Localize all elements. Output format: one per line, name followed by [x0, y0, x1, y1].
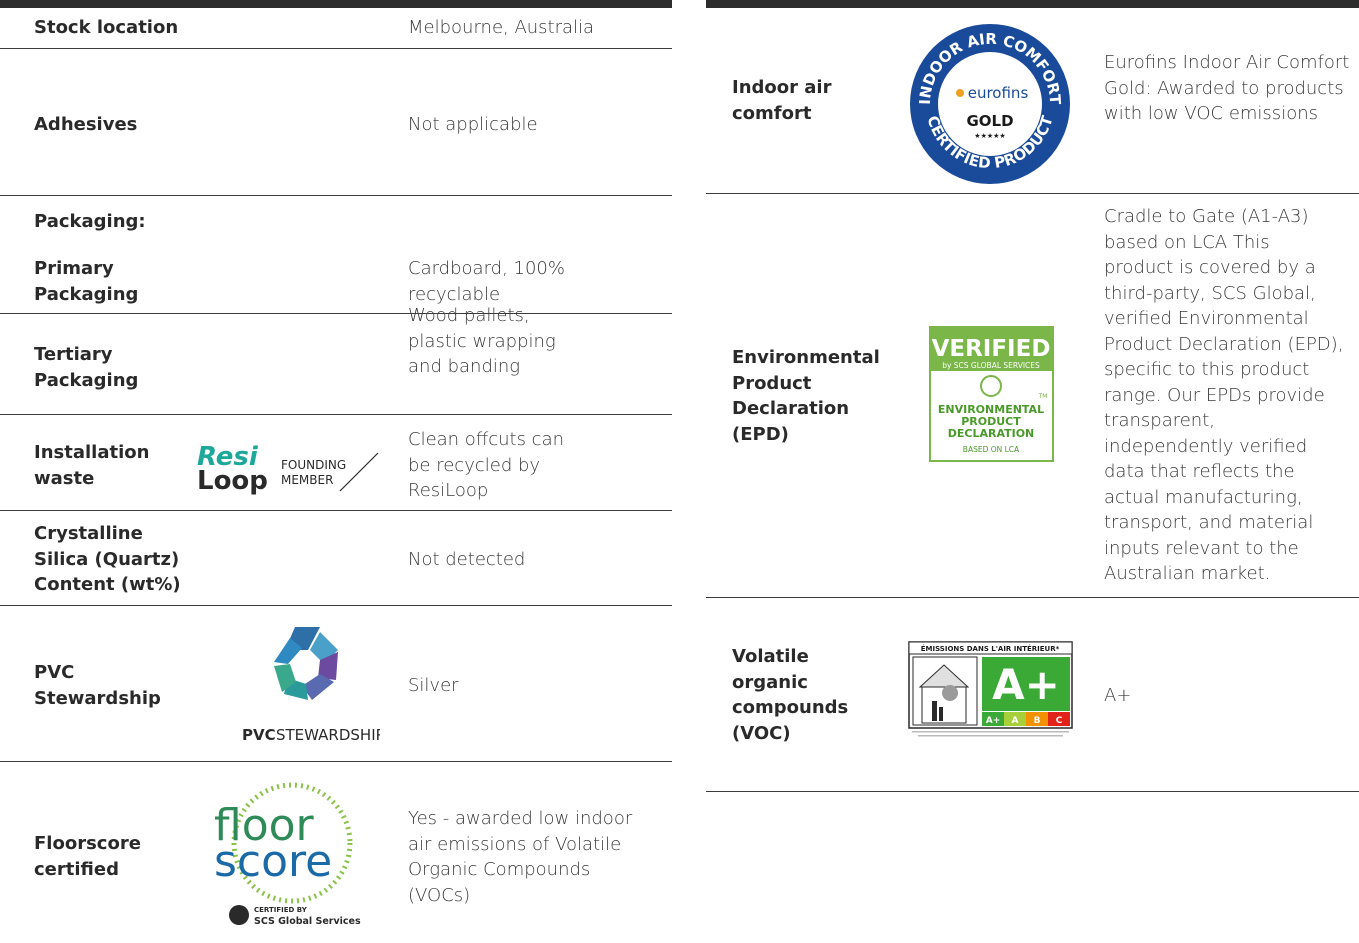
- primary-packaging-label: Primary Packaging: [34, 258, 139, 305]
- stock-location-value: Melbourne, Australia: [408, 17, 595, 38]
- voc-value: A+: [1104, 685, 1132, 706]
- installation-waste-value: Clean offcuts can be recycled by ResiLoo…: [408, 429, 565, 501]
- resiloop-logo-loop: Loop: [197, 466, 268, 495]
- row-divider: [0, 195, 672, 196]
- voc-scale-a: A: [1012, 716, 1019, 726]
- voc-scale-b: B: [1034, 716, 1041, 726]
- floorscore-logo-cert2: SCS Global Services: [254, 916, 361, 927]
- row-divider: [706, 597, 1359, 598]
- floorscore-label: Floorscore certified: [34, 833, 141, 880]
- adhesives-label: Adhesives: [34, 114, 138, 135]
- epd-badge-l3: DECLARATION: [948, 427, 1035, 440]
- pvc-logo-bold: PVC: [242, 726, 276, 744]
- eurofins-stars: ★★★★★: [974, 132, 1005, 140]
- eurofins-brand: eurofins: [968, 84, 1029, 102]
- epd-badge-title: VERIFIED: [932, 336, 1051, 362]
- indoor-air-value: Eurofins Indoor Air Comfort Gold: Awarde…: [1104, 52, 1350, 124]
- row-divider: [706, 193, 1359, 194]
- row-divider: [0, 761, 672, 762]
- floorscore-logo: floor score CERTIFIED BY SCS Global Serv…: [212, 778, 372, 933]
- resiloop-logo-founding: FOUNDING: [281, 458, 346, 472]
- tertiary-packaging-value: Wood pallets, plastic wrapping and bandi…: [408, 305, 556, 377]
- row-divider: [0, 510, 672, 511]
- crystalline-silica-value: Not detected: [408, 549, 526, 570]
- primary-packaging-value: Cardboard, 100% recyclable: [408, 258, 565, 305]
- eurofins-level: GOLD: [966, 112, 1013, 130]
- pvc-stewardship-logo: PVC STEWARDSHIP: [240, 622, 385, 747]
- installation-waste-label: Installation waste: [34, 442, 150, 489]
- epd-value: Cradle to Gate (A1-A3) based on LCA This…: [1104, 206, 1344, 584]
- floorscore-value: Yes - awarded low indoor air emissions o…: [408, 808, 633, 906]
- pvc-stewardship-value: Silver: [408, 675, 459, 696]
- eurofins-badge: INDOOR AIR COMFORT CERTIFIED PRODUCT eur…: [908, 22, 1072, 186]
- epd-badge-tm: TM: [1038, 393, 1048, 400]
- epd-badge: VERIFIED by SCS GLOBAL SERVICES TM ENVIR…: [929, 326, 1054, 462]
- floorscore-logo-score: score: [214, 836, 332, 887]
- row-divider: [0, 605, 672, 606]
- row-divider: [0, 414, 672, 415]
- voc-label: Volatile organic compounds (VOC): [732, 646, 849, 744]
- adhesives-value: Not applicable: [408, 114, 538, 135]
- row-divider: [0, 48, 672, 49]
- voc-label-badge: ÉMISSIONS DANS L'AIR INTÉRIEUR* A+ A+ A …: [908, 641, 1073, 741]
- left-top-bar: [0, 0, 672, 8]
- pvc-logo-rest: STEWARDSHIP: [276, 726, 380, 744]
- packaging-heading: Packaging:: [34, 211, 146, 232]
- epd-badge-by: by SCS GLOBAL SERVICES: [942, 361, 1040, 370]
- crystalline-silica-label: Crystalline Silica (Quartz) Content (wt%…: [34, 523, 181, 595]
- stock-location-label: Stock location: [34, 17, 179, 38]
- tertiary-packaging-label: Tertiary Packaging: [34, 344, 139, 391]
- pvc-stewardship-label: PVC Stewardship: [34, 662, 161, 709]
- resiloop-logo: Resi Loop FOUNDING MEMBER: [195, 442, 385, 496]
- voc-badge-header: ÉMISSIONS DANS L'AIR INTÉRIEUR*: [921, 644, 1060, 653]
- epd-badge-l4: BASED ON LCA: [963, 445, 1020, 454]
- voc-badge-grade: A+: [992, 660, 1060, 709]
- floorscore-logo-cert1: CERTIFIED BY: [254, 906, 308, 914]
- voc-scale-c: C: [1056, 716, 1063, 726]
- voc-scale-aplus: A+: [986, 716, 1001, 726]
- row-divider: [706, 791, 1359, 792]
- indoor-air-label: Indoor air comfort: [732, 77, 832, 124]
- right-top-bar: [706, 0, 1359, 8]
- resiloop-logo-member: MEMBER: [281, 473, 333, 487]
- epd-label: Environmental Product Declaration (EPD): [732, 347, 880, 445]
